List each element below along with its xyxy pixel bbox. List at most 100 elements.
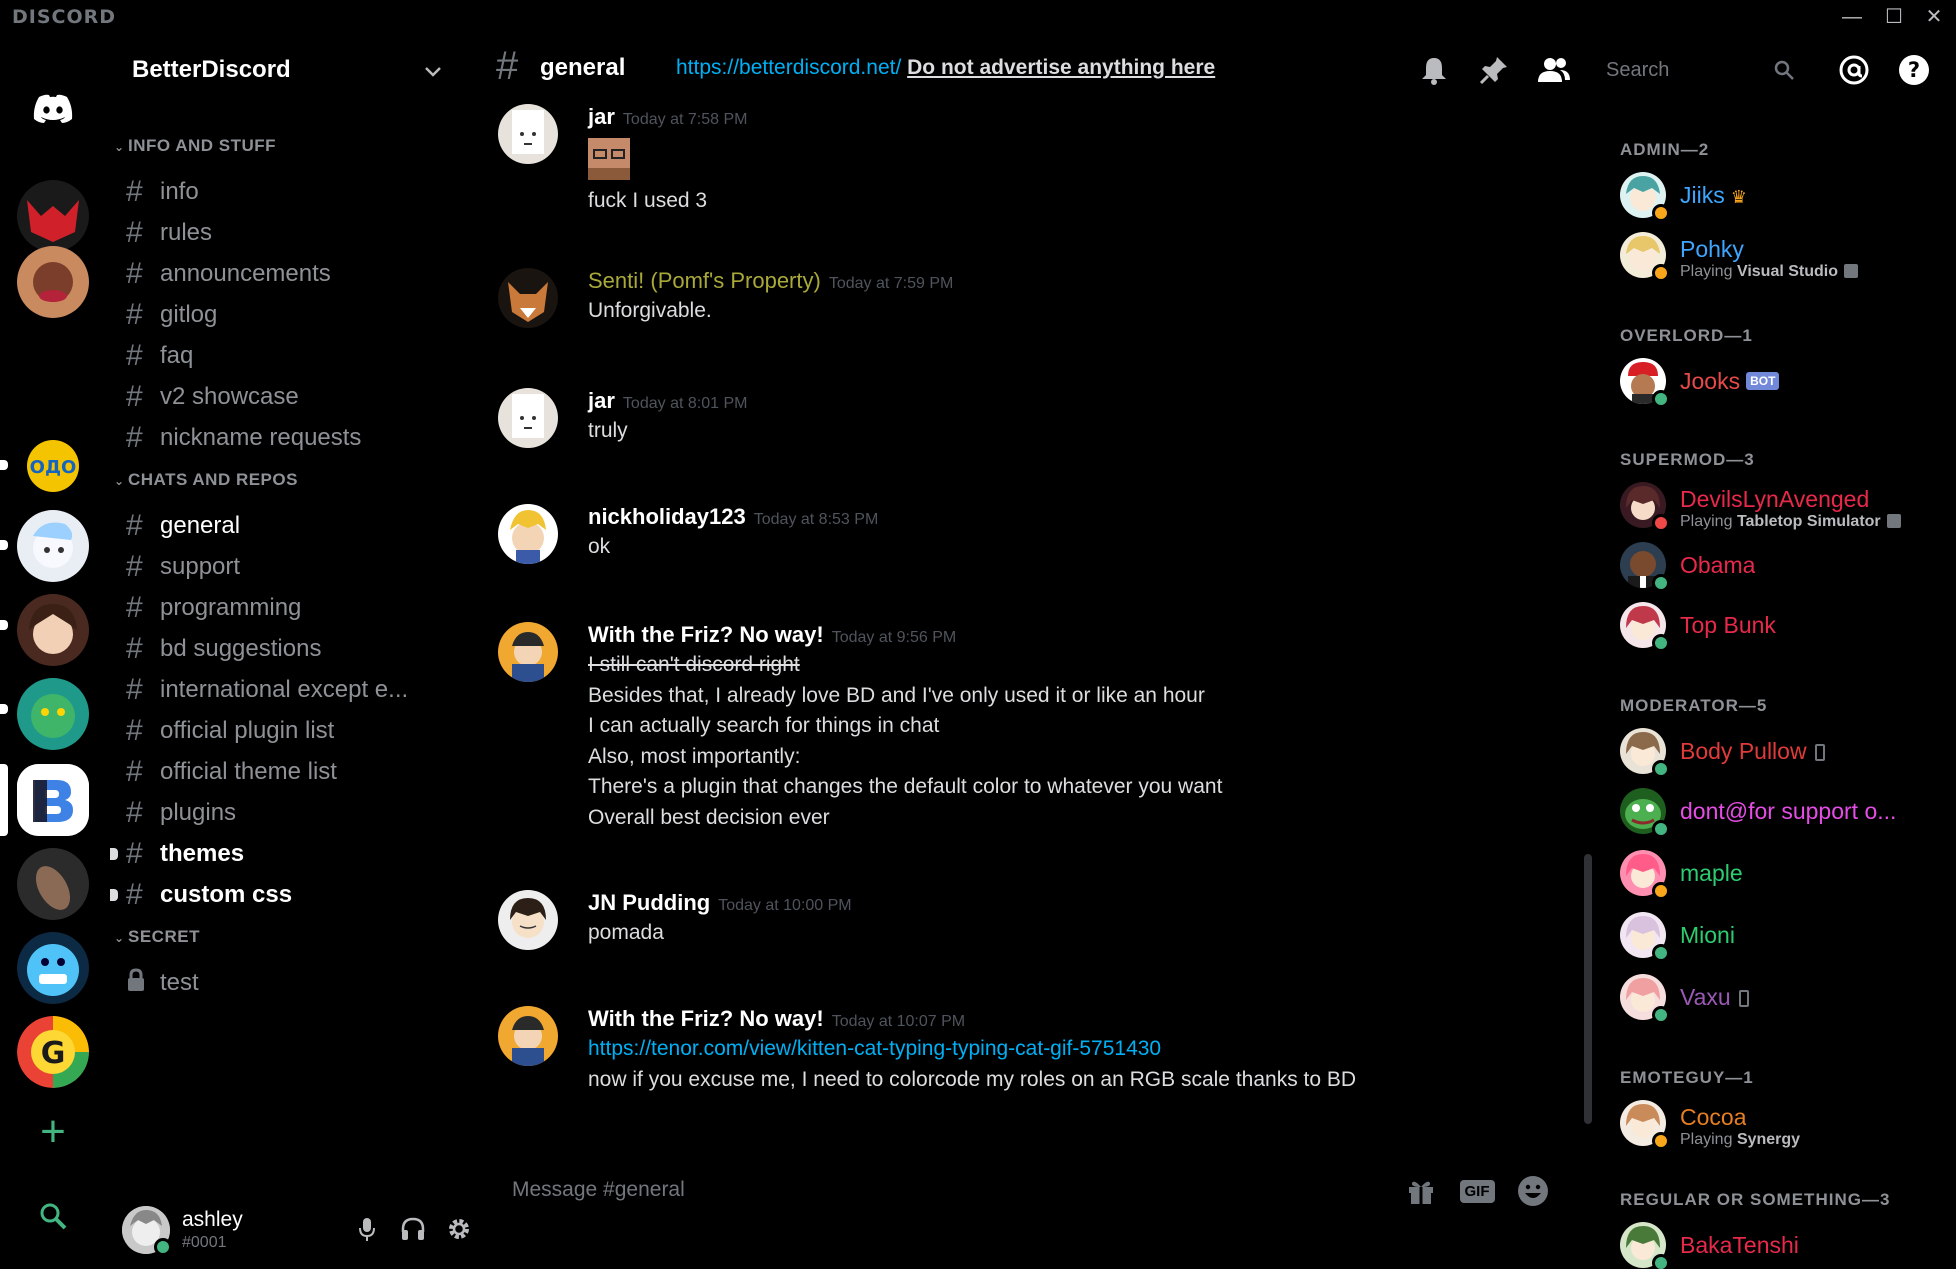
author-name[interactable]: nickholiday123: [588, 504, 746, 529]
channel-programming[interactable]: # programming: [126, 586, 466, 630]
channel-bd-suggestions[interactable]: # bd suggestions: [126, 627, 466, 671]
avatar[interactable]: [498, 622, 558, 682]
server-icon[interactable]: [17, 848, 89, 920]
gif-icon: GIF: [1459, 1179, 1495, 1203]
server-icon[interactable]: [17, 246, 89, 318]
online-status-icon: [1652, 820, 1670, 838]
pinned-messages-button[interactable]: [1476, 52, 1512, 88]
avatar[interactable]: [498, 104, 558, 164]
member-item[interactable]: Cocoa Playing Synergy: [1618, 1096, 1956, 1152]
author-name[interactable]: JN Pudding: [588, 890, 710, 915]
svg-text:ОДО: ОДО: [30, 457, 77, 478]
category-info-and-stuff[interactable]: ⌄ INFO AND STUFF: [114, 136, 276, 156]
message-input[interactable]: [494, 1160, 1194, 1220]
channel-info[interactable]: # info: [126, 170, 466, 214]
member-item[interactable]: Body Pullow: [1618, 724, 1956, 780]
hash-icon: #: [126, 298, 143, 331]
channel-themes[interactable]: # themes: [110, 832, 466, 876]
channel-v2-showcase[interactable]: # v2 showcase: [126, 375, 466, 419]
member-item[interactable]: Obama: [1618, 538, 1956, 594]
maximize-button[interactable]: ☐: [1874, 4, 1914, 30]
message-link[interactable]: https://tenor.com/view/kitten-cat-typing…: [588, 1037, 1161, 1060]
mentions-button[interactable]: [1836, 52, 1872, 88]
topic-text: Do not advertise anything here: [907, 56, 1216, 79]
search-box[interactable]: [1592, 50, 1802, 90]
online-status-icon: [1652, 944, 1670, 962]
channel-international[interactable]: # international except e...: [126, 668, 466, 712]
online-status-icon: [1652, 574, 1670, 592]
close-button[interactable]: ✕: [1914, 4, 1954, 30]
topic-link[interactable]: https://betterdiscord.net/: [676, 56, 901, 79]
gift-button[interactable]: [1404, 1174, 1438, 1208]
deafen-button[interactable]: [396, 1212, 430, 1246]
category-chats-and-repos[interactable]: ⌄ CHATS AND REPOS: [114, 470, 298, 490]
member-item[interactable]: Jiiks ♛: [1618, 168, 1956, 224]
home-button[interactable]: [17, 73, 89, 145]
author-name[interactable]: Senti! (Pomf's Property): [588, 268, 821, 293]
avatar[interactable]: [498, 504, 558, 564]
author-name[interactable]: jar: [588, 104, 615, 129]
member-item[interactable]: dont@for support o...: [1618, 784, 1956, 840]
channel-plugins[interactable]: # plugins: [126, 791, 466, 835]
dnd-status-icon: [1652, 514, 1670, 532]
hash-icon: #: [126, 380, 143, 413]
hash-icon: #: [126, 878, 143, 911]
author-name[interactable]: jar: [588, 388, 615, 413]
scrollbar[interactable]: [1584, 854, 1592, 1124]
help-button[interactable]: ?: [1896, 52, 1932, 88]
server-icon[interactable]: [17, 510, 89, 582]
avatar[interactable]: [498, 388, 558, 448]
server-icon[interactable]: [17, 594, 89, 666]
member-item[interactable]: Pohky Playing Visual Studio: [1618, 228, 1956, 284]
author-name[interactable]: With the Friz? No way!: [588, 1006, 824, 1031]
bot-tag: BOT: [1746, 372, 1780, 390]
server-icon[interactable]: ОДО: [17, 430, 89, 502]
channel-rules[interactable]: # rules: [126, 211, 466, 255]
microphone-button[interactable]: [350, 1212, 384, 1246]
channel-announcements[interactable]: # announcements: [126, 252, 466, 296]
settings-button[interactable]: [442, 1212, 476, 1246]
category-secret[interactable]: ⌄ SECRET: [114, 927, 200, 947]
channel-nickname-requests[interactable]: # nickname requests: [126, 416, 466, 460]
author-name[interactable]: With the Friz? No way!: [588, 622, 824, 647]
add-server-button[interactable]: +: [17, 1096, 89, 1168]
member-item[interactable]: maple: [1618, 846, 1956, 902]
online-status-icon: [154, 1238, 172, 1256]
server-header[interactable]: BetterDiscord: [106, 34, 478, 104]
member-name: dont@for support o...: [1680, 798, 1897, 824]
member-item[interactable]: Vaxu: [1618, 970, 1956, 1026]
role-header: OVERLORD—1: [1620, 326, 1753, 345]
member-item[interactable]: Top Bunk: [1618, 598, 1956, 654]
channel-test[interactable]: test: [126, 961, 466, 1005]
member-item[interactable]: Mioni: [1618, 908, 1956, 964]
unread-indicator: [110, 889, 118, 901]
channel-custom-css[interactable]: # custom css: [110, 873, 466, 917]
avatar[interactable]: [498, 1006, 558, 1066]
channel-general[interactable]: # general: [126, 504, 466, 548]
idle-status-icon: [1652, 204, 1670, 222]
channel-official-theme-list[interactable]: # official theme list: [126, 750, 466, 794]
avatar[interactable]: [498, 890, 558, 950]
minimize-button[interactable]: —: [1832, 4, 1872, 30]
gif-button[interactable]: GIF: [1456, 1174, 1498, 1208]
member-item[interactable]: DevilsLynAvenged Playing Tabletop Simula…: [1618, 478, 1956, 534]
server-icon[interactable]: [17, 678, 89, 750]
online-status-icon: [1652, 760, 1670, 778]
avatar[interactable]: [498, 268, 558, 328]
channel-faq[interactable]: # faq: [126, 334, 466, 378]
emoji-button[interactable]: [1516, 1174, 1550, 1208]
member-item[interactable]: Jooks BOT: [1618, 354, 1956, 410]
channel-gitlog[interactable]: # gitlog: [126, 293, 466, 337]
message-header: JN Pudding Today at 10:00 PM: [588, 890, 852, 916]
discover-button[interactable]: [17, 1180, 89, 1252]
member-list-toggle[interactable]: [1536, 52, 1572, 88]
channel-official-plugin-list[interactable]: # official plugin list: [126, 709, 466, 753]
channel-support[interactable]: # support: [126, 545, 466, 589]
server-icon-betterdiscord[interactable]: [17, 764, 89, 836]
notifications-button[interactable]: [1416, 52, 1452, 88]
server-icon[interactable]: G: [17, 1016, 89, 1088]
search-input[interactable]: [1592, 50, 1802, 90]
member-item[interactable]: BakaTenshi: [1618, 1218, 1956, 1269]
server-icon[interactable]: [17, 180, 89, 252]
server-icon[interactable]: [17, 932, 89, 1004]
